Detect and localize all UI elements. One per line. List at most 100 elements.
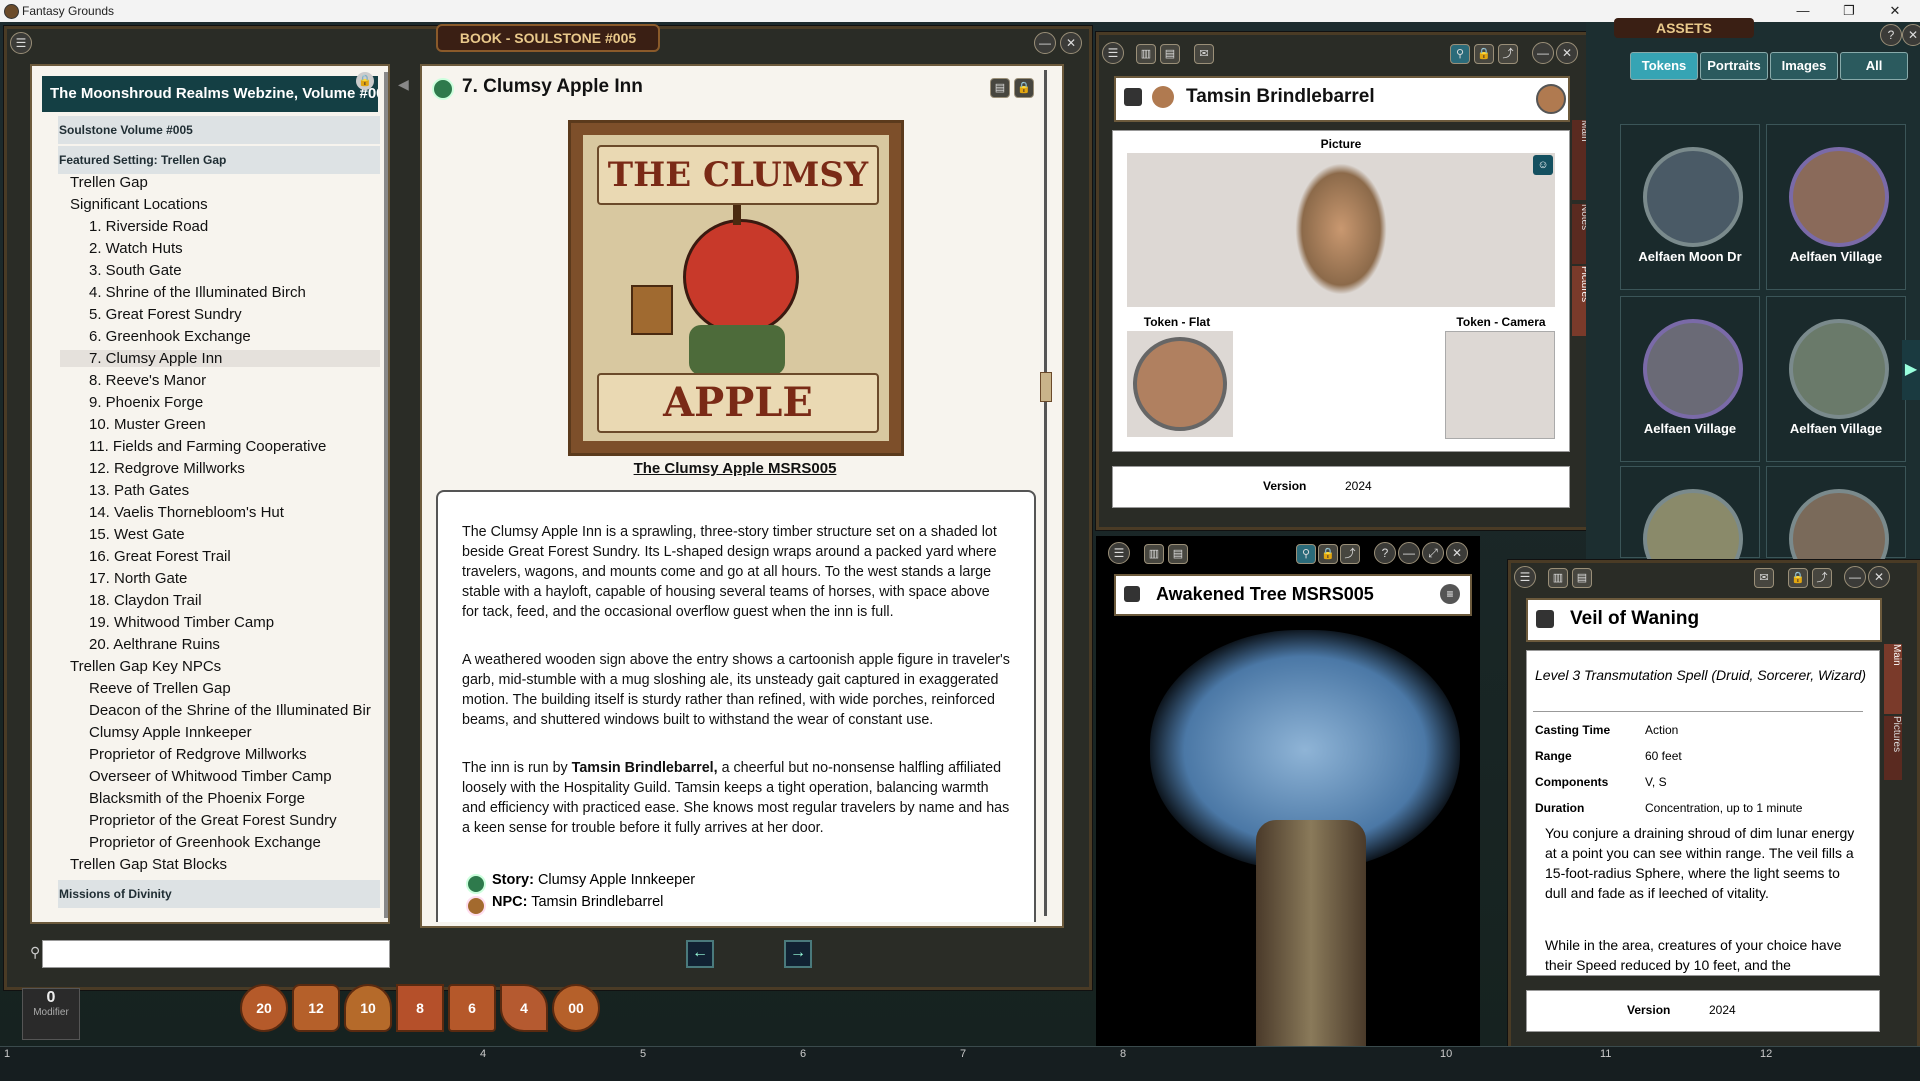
toc-item[interactable]: 10. Muster Green xyxy=(89,416,206,433)
copy-icon[interactable]: ▤ xyxy=(990,78,1010,98)
maximize-button[interactable]: ❐ xyxy=(1826,0,1872,22)
collapse-toc-icon[interactable]: ◀ xyxy=(398,76,409,93)
npc-copy-icon[interactable]: ▤ xyxy=(1160,44,1180,64)
spell-copy-icon[interactable]: ▤ xyxy=(1572,568,1592,588)
npc-close-button[interactable]: ✕ xyxy=(1556,42,1578,64)
people-icon[interactable]: ☺ xyxy=(1533,155,1553,175)
toc-item[interactable]: 3. South Gate xyxy=(89,262,182,279)
page-scrollbar[interactable] xyxy=(1044,70,1047,916)
toc-item[interactable]: Proprietor of Redgrove Millworks xyxy=(89,746,307,763)
tree-lock-icon[interactable]: 🔒 xyxy=(1318,544,1338,564)
close-app-button[interactable]: ✕ xyxy=(1872,0,1918,22)
tree-close-button[interactable]: ✕ xyxy=(1446,542,1468,564)
toc-item[interactable]: 6. Greenhook Exchange xyxy=(89,328,251,345)
toc-search-input[interactable] xyxy=(42,940,390,968)
hotbar-slot[interactable]: 10 xyxy=(1440,1048,1452,1060)
hotbar-slot[interactable]: 11 xyxy=(1600,1048,1611,1060)
toc-item[interactable]: 11. Fields and Farming Cooperative xyxy=(89,438,326,455)
assets-close-button[interactable]: ✕ xyxy=(1902,24,1920,46)
assets-tab-all[interactable]: All xyxy=(1840,52,1908,80)
npc-picture[interactable] xyxy=(1127,153,1555,307)
toc-item[interactable]: 16. Great Forest Trail xyxy=(89,548,231,565)
assets-tab-images[interactable]: Images xyxy=(1770,52,1838,80)
npc-book-icon[interactable]: ▥ xyxy=(1136,44,1156,64)
modifier-box[interactable]: 0 Modifier xyxy=(22,988,80,1040)
toc-item-selected[interactable]: 7. Clumsy Apple Inn xyxy=(60,350,380,367)
toc-item[interactable]: Trellen Gap xyxy=(70,174,148,191)
npc-minimize-button[interactable]: — xyxy=(1532,42,1554,64)
npc-token-icon[interactable] xyxy=(1536,84,1566,114)
tree-options-icon[interactable]: ≡ xyxy=(1440,584,1460,604)
token-card[interactable] xyxy=(1620,466,1760,589)
toc-item[interactable]: Trellen Gap Key NPCs xyxy=(70,658,221,675)
toc-item[interactable]: 1. Riverside Road xyxy=(89,218,208,235)
tree-share-icon[interactable]: ⤴ xyxy=(1340,544,1360,564)
npc-name[interactable]: Tamsin Brindlebarrel xyxy=(1186,86,1375,108)
hotbar-slot[interactable]: 5 xyxy=(640,1048,646,1060)
toc-item[interactable]: Reeve of Trellen Gap xyxy=(89,680,231,697)
token-camera-slot[interactable] xyxy=(1445,331,1555,439)
die-icon[interactable]: 00 xyxy=(552,984,600,1032)
toc-item[interactable]: 17. North Gate xyxy=(89,570,187,587)
spell-tab-main[interactable]: Main xyxy=(1884,644,1902,714)
lock-icon[interactable]: 🔒 xyxy=(356,72,374,90)
die-icon[interactable]: 8 xyxy=(396,984,444,1032)
tree-book-icon[interactable]: ▥ xyxy=(1144,544,1164,564)
hotbar-slot[interactable]: 12 xyxy=(1760,1048,1772,1060)
toc-item[interactable]: 18. Claydon Trail xyxy=(89,592,202,609)
toc-item[interactable]: Trellen Gap Stat Blocks xyxy=(70,856,227,873)
page-lock-icon[interactable]: 🔒 xyxy=(1014,78,1034,98)
tree-menu-icon[interactable]: ☰ xyxy=(1108,542,1130,564)
toc-item[interactable]: 2. Watch Huts xyxy=(89,240,183,257)
spell-name[interactable]: Veil of Waning xyxy=(1570,608,1699,630)
hotbar-slot[interactable]: 4 xyxy=(480,1048,486,1060)
hotbar-slot[interactable]: 7 xyxy=(960,1048,966,1060)
toc-item[interactable]: 12. Redgrove Millworks xyxy=(89,460,245,477)
tree-search-icon[interactable]: ⚲ xyxy=(1296,544,1316,564)
spell-minimize-button[interactable]: — xyxy=(1844,566,1866,588)
toc-section[interactable]: Featured Setting: Trellen Gap xyxy=(58,146,380,174)
npc-menu-icon[interactable]: ☰ xyxy=(1102,42,1124,64)
spell-tab-pictures[interactable]: Pictures xyxy=(1884,716,1902,780)
prev-page-button[interactable]: ← xyxy=(686,940,714,968)
spell-lock-icon[interactable]: 🔒 xyxy=(1788,568,1808,588)
npc-chat-icon[interactable]: ✉ xyxy=(1194,44,1214,64)
page-scroll-thumb[interactable] xyxy=(1040,372,1052,402)
toc-item[interactable]: Deacon of the Shrine of the Illuminated … xyxy=(89,702,371,719)
die-icon[interactable]: 6 xyxy=(448,984,496,1032)
minimize-button[interactable]: — xyxy=(1780,0,1826,22)
token-card[interactable]: Aelfaen Village xyxy=(1766,296,1906,462)
toc-item[interactable]: 8. Reeve's Manor xyxy=(89,372,206,389)
toc-scrollbar[interactable] xyxy=(384,72,388,918)
token-flat-slot[interactable] xyxy=(1127,331,1233,437)
toc-item[interactable]: 9. Phoenix Forge xyxy=(89,394,203,411)
book-close-button[interactable]: ✕ xyxy=(1060,32,1082,54)
token-card[interactable]: Aelfaen Moon Dr xyxy=(1620,124,1760,290)
npc-share-icon[interactable]: ⤴ xyxy=(1498,44,1518,64)
token-card[interactable]: Aelfaen Village xyxy=(1620,296,1760,462)
assets-next-arrow[interactable]: ▶ xyxy=(1902,340,1920,400)
tree-resize-icon[interactable]: ⤢ xyxy=(1422,542,1444,564)
story-link[interactable]: Story: Clumsy Apple Innkeeper xyxy=(492,872,695,888)
spell-chat-icon[interactable]: ✉ xyxy=(1754,568,1774,588)
toc-item[interactable]: 20. Aelthrane Ruins xyxy=(89,636,220,653)
tree-help-icon[interactable]: ? xyxy=(1374,542,1396,564)
spell-close-button[interactable]: ✕ xyxy=(1868,566,1890,588)
toc-item[interactable]: 4. Shrine of the Illuminated Birch xyxy=(89,284,306,301)
toc-item[interactable]: 5. Great Forest Sundry xyxy=(89,306,242,323)
book-menu-icon[interactable]: ☰ xyxy=(10,32,32,54)
die-icon[interactable]: 4 xyxy=(500,984,548,1032)
spell-book-icon[interactable]: ▥ xyxy=(1548,568,1568,588)
toc-item[interactable]: Proprietor of Greenhook Exchange xyxy=(89,834,321,851)
assets-help-icon[interactable]: ? xyxy=(1880,24,1902,46)
toc-item[interactable]: 13. Path Gates xyxy=(89,482,189,499)
die-icon[interactable]: 20 xyxy=(240,984,288,1032)
toc-item[interactable]: Significant Locations xyxy=(70,196,208,213)
toc-section[interactable]: Missions of Divinity xyxy=(58,880,380,908)
image-caption-link[interactable]: The Clumsy Apple MSRS005 xyxy=(560,460,910,477)
spell-type-icon[interactable] xyxy=(1536,610,1554,628)
toc-item[interactable]: Blacksmith of the Phoenix Forge xyxy=(89,790,305,807)
toc-item[interactable]: Overseer of Whitwood Timber Camp xyxy=(89,768,332,785)
npc-search-icon[interactable]: ⚲ xyxy=(1450,44,1470,64)
toc-item[interactable]: 19. Whitwood Timber Camp xyxy=(89,614,274,631)
